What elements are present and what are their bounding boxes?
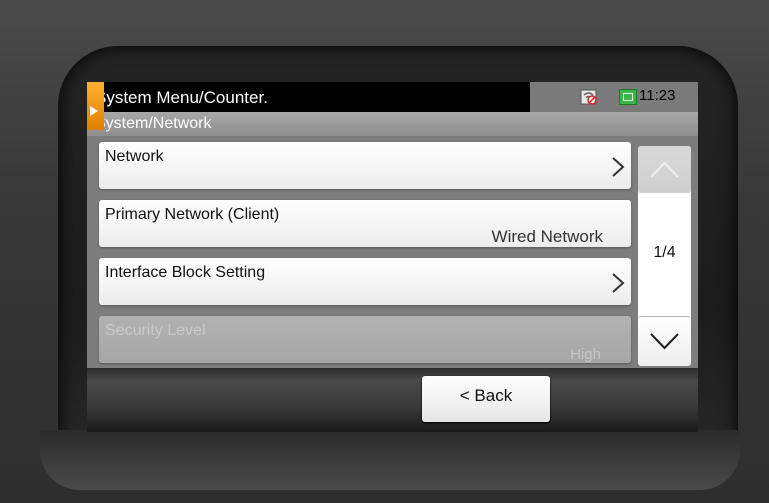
- menu-item-interface-block[interactable]: Interface Block Setting: [99, 258, 631, 305]
- menu-item-value: Wired Network: [491, 227, 603, 246]
- page-indicator: 1/4: [653, 244, 676, 261]
- menu-item-network[interactable]: Network: [99, 142, 631, 189]
- menu-list: Network Primary Network (Client) Wired N…: [87, 136, 698, 368]
- chevron-right-icon: [612, 273, 625, 293]
- menu-item-value: High: [570, 346, 601, 363]
- breadcrumb: System/Network: [87, 112, 698, 136]
- scroll-down-button[interactable]: [638, 316, 691, 366]
- page-title: System Menu/Counter.: [95, 88, 268, 107]
- back-button-label: < Back: [459, 386, 513, 405]
- home-tab[interactable]: [87, 82, 104, 130]
- bottom-bar: < Back: [87, 368, 698, 432]
- status-bar: System Menu/Counter. 11:23: [87, 82, 698, 112]
- menu-item-label: Network: [105, 148, 164, 165]
- menu-item-label: Interface Block Setting: [105, 264, 266, 281]
- menu-item-label: Primary Network (Client): [105, 206, 280, 223]
- network-disconnected-icon: [580, 89, 597, 105]
- home-tab-icon: [90, 106, 98, 116]
- clock-time: 11:23: [639, 87, 676, 104]
- menu-item-label: Security Level: [105, 322, 206, 339]
- title-area: System Menu/Counter.: [87, 82, 530, 112]
- chevron-right-icon: [612, 157, 625, 177]
- chevron-up-icon: [650, 161, 679, 178]
- menu-item-primary-network[interactable]: Primary Network (Client) Wired Network: [99, 200, 631, 247]
- clock-icon: [619, 89, 637, 105]
- breadcrumb-label: System/Network: [95, 115, 212, 132]
- chevron-down-icon: [650, 333, 679, 350]
- menu-item-security-level: Security Level High: [99, 316, 631, 363]
- page-scroller: 1/4: [638, 146, 691, 366]
- scroll-up-button[interactable]: [638, 146, 691, 193]
- back-button[interactable]: < Back: [422, 376, 550, 422]
- touch-screen: System Menu/Counter. 11:23 System/Networ…: [87, 82, 698, 432]
- bezel-lip: [40, 430, 740, 490]
